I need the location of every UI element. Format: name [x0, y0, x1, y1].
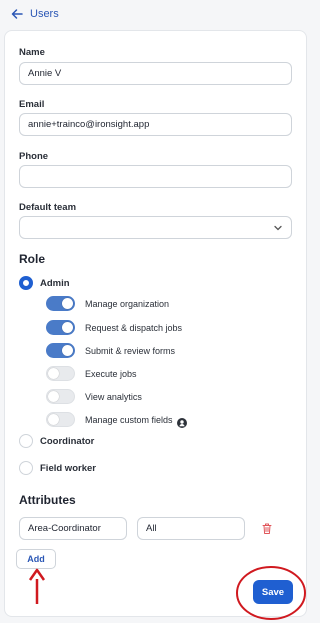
user-badge-icon [176, 415, 187, 428]
permission-row: Submit & review forms [46, 343, 175, 358]
attribute-name-field[interactable]: Area-Coordinator [19, 517, 127, 540]
permission-label: View analytics [85, 391, 142, 402]
default-team-select[interactable] [19, 216, 292, 239]
phone-field[interactable] [19, 165, 292, 188]
default-team-label: Default team [19, 202, 77, 213]
toggle-switch[interactable] [46, 412, 75, 427]
permission-label: Execute jobs [85, 368, 137, 379]
role-option-label: Field worker [40, 462, 96, 474]
phone-label: Phone [19, 151, 49, 162]
toggle-switch[interactable] [46, 320, 75, 335]
role-option-label: Admin [40, 277, 70, 289]
name-field[interactable]: Annie V [19, 62, 292, 85]
role-option-label: Coordinator [40, 435, 95, 447]
attribute-value-field[interactable]: All [137, 517, 245, 540]
add-attribute-button[interactable]: Add [16, 549, 56, 569]
toggle-switch[interactable] [46, 296, 75, 311]
back-link[interactable]: Users [30, 8, 59, 20]
name-label: Name [19, 47, 45, 58]
toggle-switch[interactable] [46, 366, 75, 381]
toggle-switch[interactable] [46, 343, 75, 358]
back-arrow-icon[interactable] [10, 7, 24, 21]
save-button[interactable]: Save [253, 580, 293, 604]
email-label: Email [19, 99, 45, 110]
user-edit-card: Name Annie V Email annie+trainco@ironsig… [4, 30, 307, 617]
role-title: Role [19, 252, 46, 266]
role-option-admin[interactable]: Admin [19, 276, 70, 290]
permission-label: Request & dispatch jobs [85, 322, 183, 333]
permission-row: Execute jobs [46, 366, 137, 381]
radio-button[interactable] [19, 276, 33, 290]
permission-label: Manage custom fields [85, 414, 173, 425]
radio-button[interactable] [19, 434, 33, 448]
role-option-coordinator[interactable]: Coordinator [19, 434, 94, 448]
top-bar: Users [0, 0, 311, 28]
email-field[interactable]: annie+trainco@ironsight.app [19, 113, 292, 136]
radio-button[interactable] [19, 461, 33, 475]
chevron-down-icon [273, 223, 283, 233]
permission-label: Submit & review forms [85, 345, 176, 356]
permission-row: Manage custom fields [46, 412, 187, 428]
permission-label: Manage organization [85, 298, 170, 309]
attributes-title: Attributes [19, 493, 76, 507]
toggle-switch[interactable] [46, 389, 75, 404]
permission-row: Request & dispatch jobs [46, 320, 182, 335]
permission-row: Manage organization [46, 296, 169, 311]
role-option-field-worker[interactable]: Field worker [19, 461, 96, 475]
permission-row: View analytics [46, 389, 142, 404]
trash-icon[interactable] [261, 522, 273, 535]
